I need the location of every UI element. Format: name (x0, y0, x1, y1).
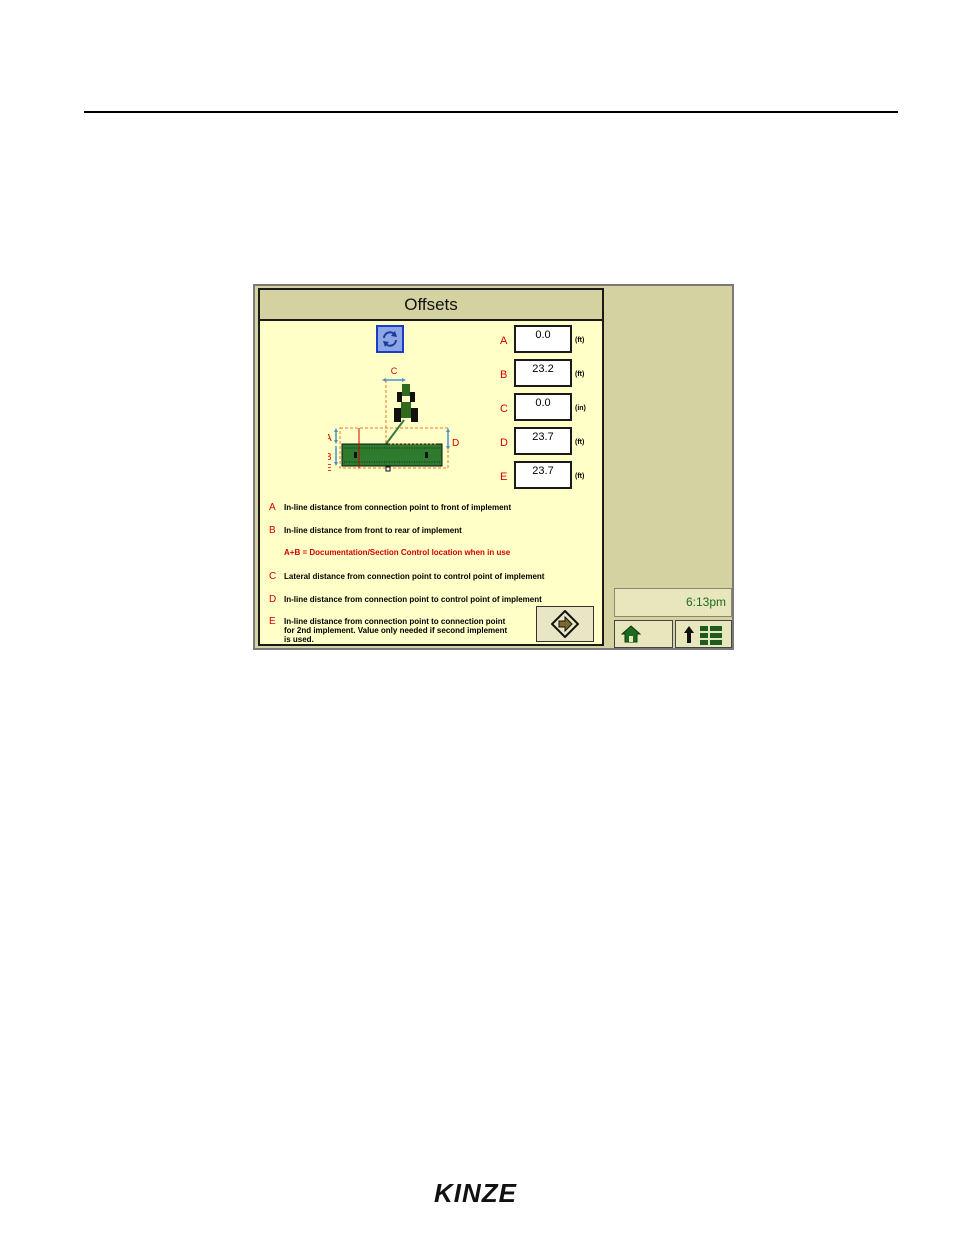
menu-button[interactable] (675, 620, 732, 648)
diagram-label-a: A (328, 433, 332, 444)
field-letter-d: D (500, 437, 508, 449)
offset-e-unit: (ft) (575, 473, 585, 480)
tractor-hood (402, 384, 410, 396)
tractor-body (401, 402, 411, 418)
page-top-rule (84, 111, 898, 113)
tractor-rear-wheel-left (394, 408, 401, 422)
field-letter-b: B (500, 369, 508, 381)
kinze-logo: KINZE (434, 1178, 517, 1208)
offset-d-input[interactable]: 23.7 (514, 427, 572, 455)
tractor-rear-wheel-right (411, 408, 418, 422)
desc-letter-c: C (269, 571, 277, 582)
clock-display: 6:13pm (614, 588, 732, 617)
diagram-label-c: C (391, 366, 398, 376)
tractor-front-wheel-right (410, 392, 415, 402)
desc-letter-e: E (269, 616, 276, 627)
field-letter-e: E (500, 471, 508, 483)
offset-diagram: C A B E D (328, 366, 459, 474)
next-arrow-icon (551, 610, 579, 638)
offset-a-input[interactable]: 0.0 (514, 325, 572, 353)
desc-text-e-line3: is used. (284, 635, 314, 644)
desc-text-e-line2: for 2nd implement. Value only needed if … (284, 626, 508, 635)
kinze-logo-text: KINZE (434, 1178, 517, 1208)
offset-b-unit: (ft) (575, 371, 585, 378)
diagram-label-e: E (328, 463, 332, 474)
next-page-button[interactable] (536, 606, 594, 642)
offset-c-unit: (in) (575, 405, 586, 412)
menu-up-icon (684, 626, 722, 645)
home-icon (621, 625, 641, 643)
offset-b-input[interactable]: 23.2 (514, 359, 572, 387)
home-button[interactable] (614, 620, 673, 648)
desc-text-e-line1: In-line distance from connection point t… (284, 617, 506, 626)
offset-d-unit: (ft) (575, 439, 585, 446)
desc-letter-b: B (269, 525, 276, 536)
diagram-label-d: D (452, 438, 459, 449)
desc-text-d: In-line distance from connection point t… (284, 595, 542, 604)
offset-a-unit: (ft) (575, 337, 585, 344)
section-control-note: A+B = Documentation/Section Control loca… (284, 548, 511, 557)
desc-text-b: In-line distance from front to rear of i… (284, 526, 462, 535)
offset-e-input[interactable]: 23.7 (514, 461, 572, 489)
desc-text-c: Lateral distance from connection point t… (284, 572, 545, 581)
desc-letter-d: D (269, 594, 277, 605)
desc-letter-a: A (269, 502, 276, 513)
diagram-label-b: B (328, 452, 332, 463)
tractor-front-wheel-left (397, 392, 402, 402)
page-title: Offsets (260, 290, 602, 321)
offset-c-input[interactable]: 0.0 (514, 393, 572, 421)
field-letter-a: A (500, 335, 508, 347)
display-screen: Offsets C A B E D A 0.0 (ft) B 23.2 (ft)… (253, 284, 734, 650)
offsets-panel: Offsets C A B E D A 0.0 (ft) B 23.2 (ft)… (258, 288, 604, 646)
refresh-icon (383, 331, 397, 347)
refresh-button[interactable] (376, 325, 404, 353)
desc-text-a: In-line distance from connection point t… (284, 503, 512, 512)
field-letter-c: C (500, 403, 508, 415)
